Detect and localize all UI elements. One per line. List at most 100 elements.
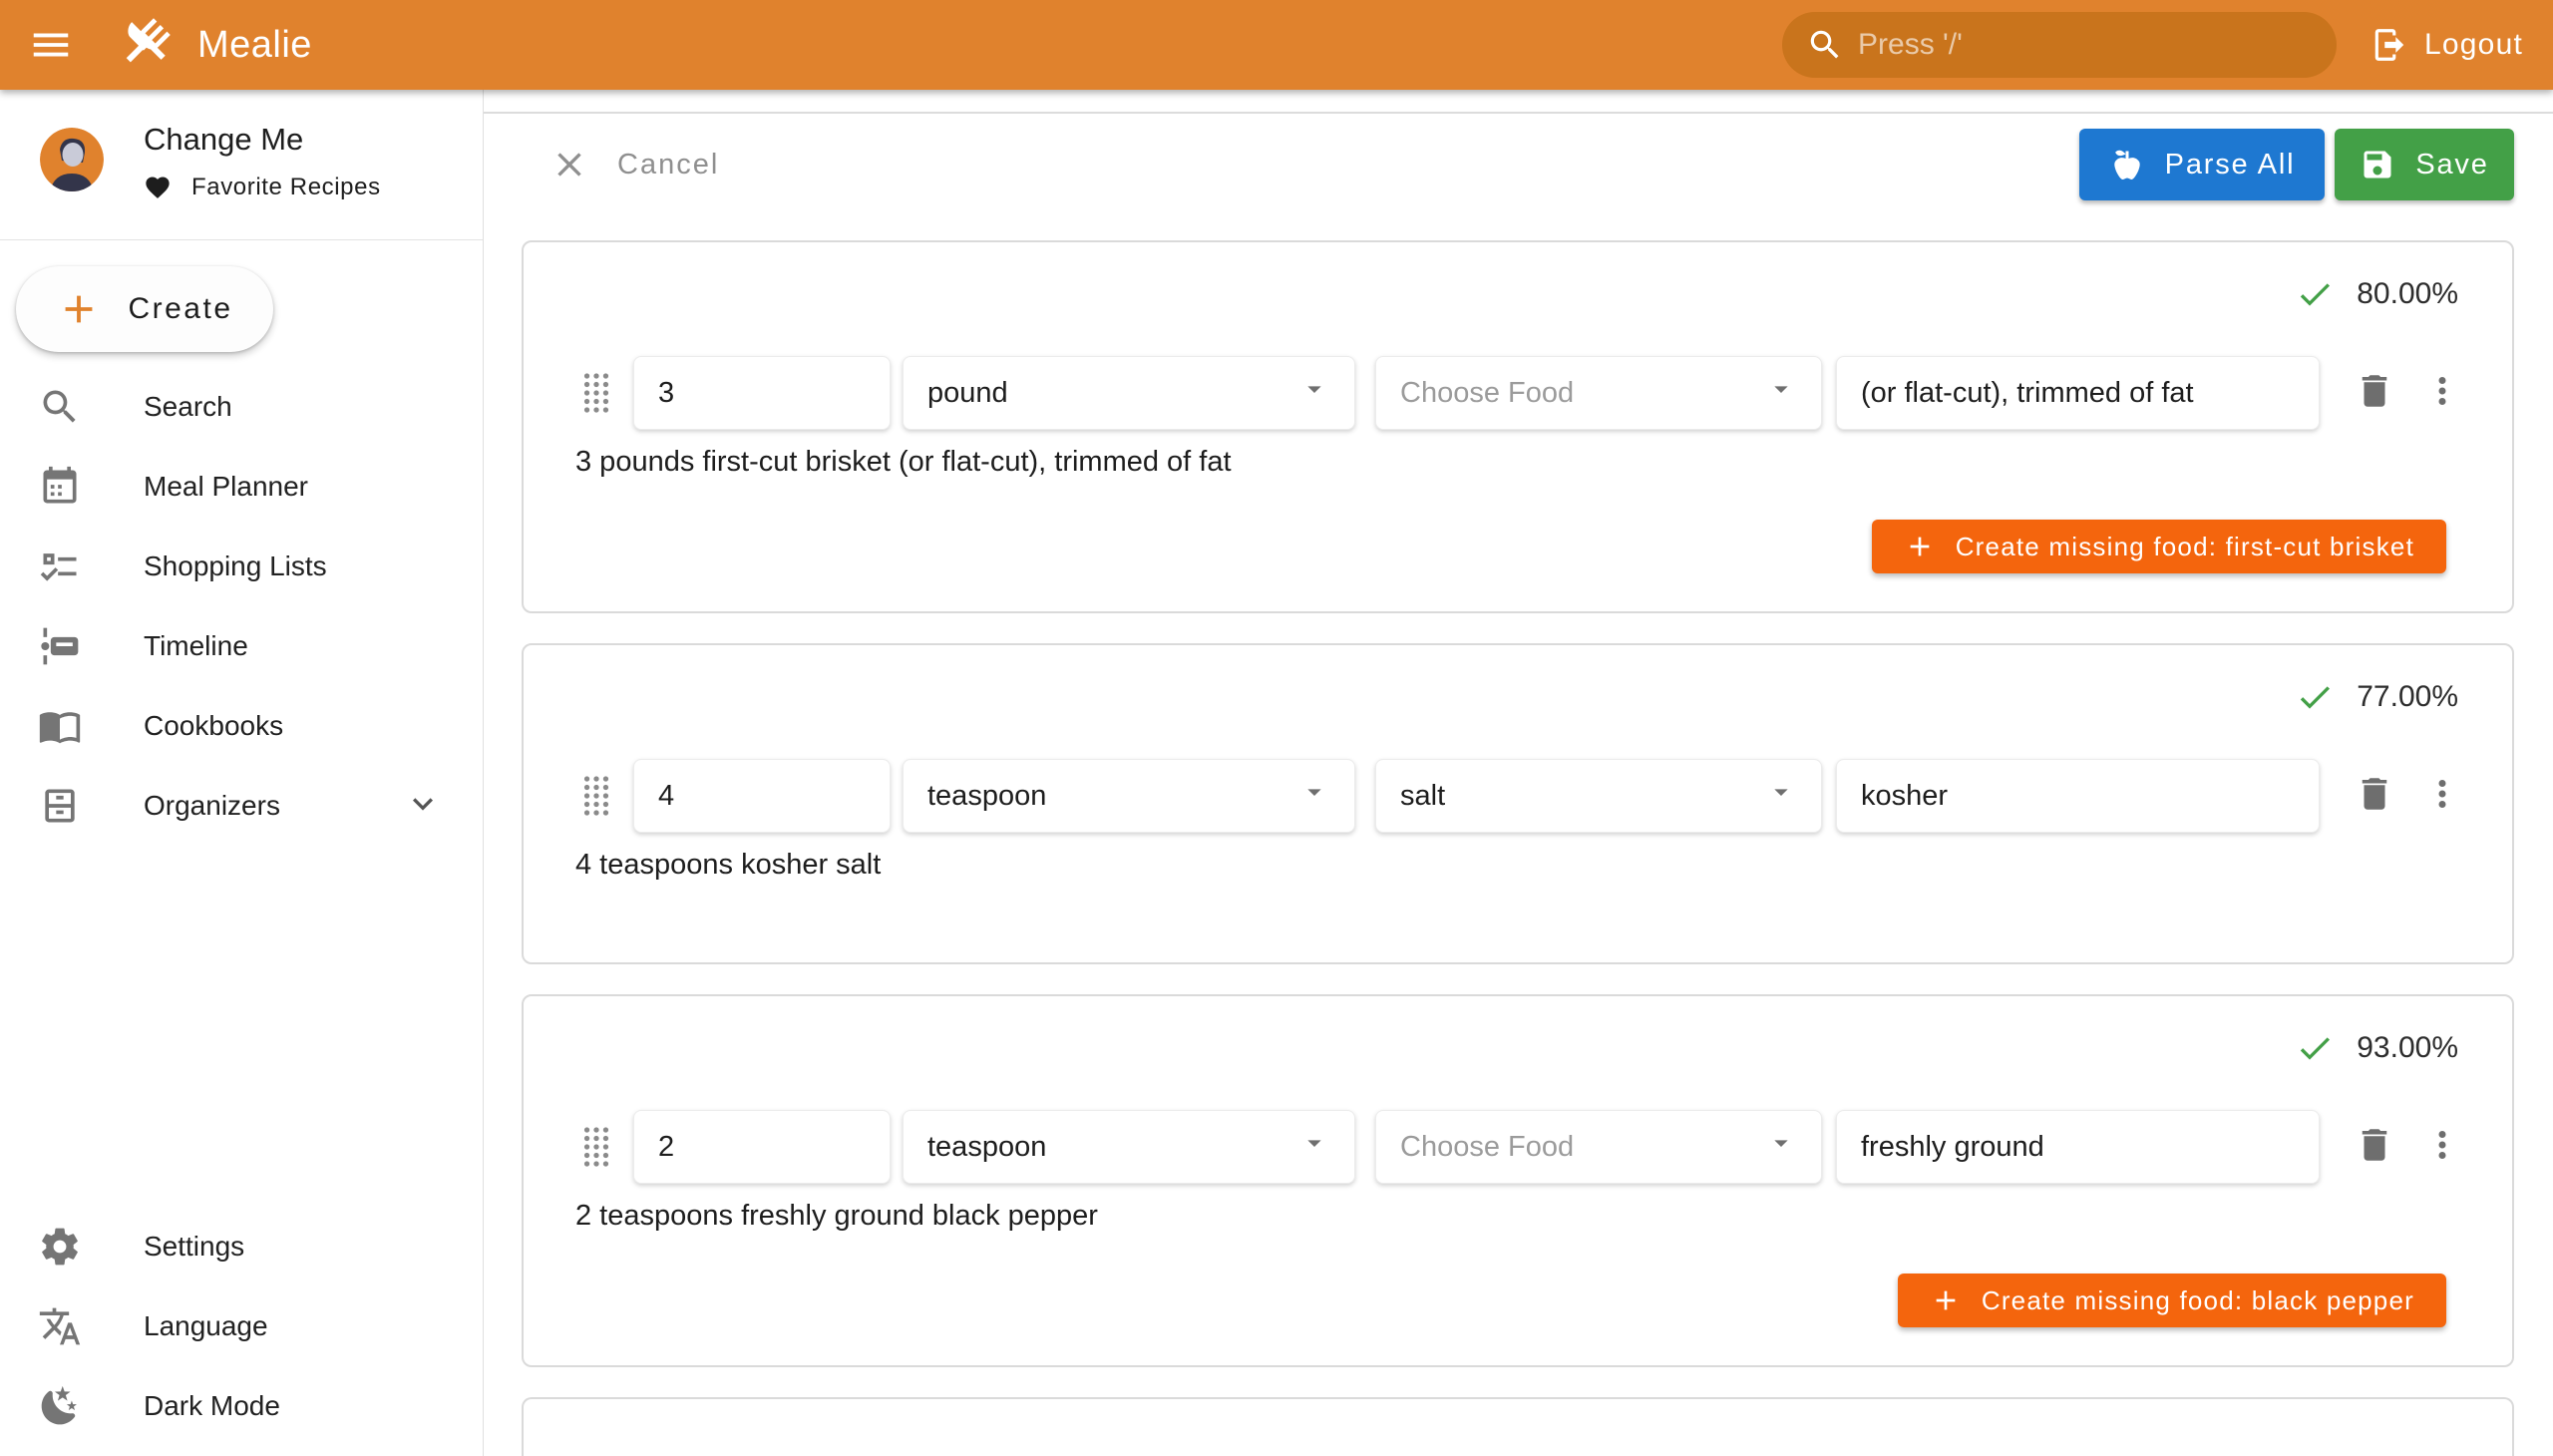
sidebar-item-shopping-lists[interactable]: Shopping Lists xyxy=(0,527,483,606)
user-profile[interactable]: Change Me Favorite Recipes xyxy=(0,90,483,239)
timeline-icon xyxy=(38,624,82,668)
search-icon xyxy=(38,385,82,429)
note-field[interactable] xyxy=(1836,759,2320,833)
original-ingredient-text: 3 pounds first-cut brisket (or flat-cut)… xyxy=(524,446,2512,486)
favorite-recipes-link[interactable]: Favorite Recipes xyxy=(144,174,381,201)
note-input[interactable] xyxy=(1861,780,2295,813)
drag-handle-icon[interactable] xyxy=(579,365,617,421)
ingredient-card: 80.00% xyxy=(522,240,2514,613)
dropdown-caret-icon xyxy=(1298,373,1330,413)
create-button[interactable]: Create xyxy=(16,266,273,352)
drag-handle-icon[interactable] xyxy=(579,768,617,824)
user-name: Change Me xyxy=(144,122,381,158)
app-title: Mealie xyxy=(197,24,312,67)
quantity-field[interactable] xyxy=(633,1110,891,1184)
plus-icon xyxy=(1904,531,1936,562)
checklist-icon xyxy=(38,545,82,588)
search-icon xyxy=(1806,26,1844,64)
original-ingredient-text: 4 teaspoons kosher salt xyxy=(524,849,2512,889)
note-field[interactable] xyxy=(1836,1110,2320,1184)
ingredient-parser-page: Cancel Parse All Save 80.00% xyxy=(484,90,2553,1456)
app-bar: Mealie Logout xyxy=(0,0,2553,90)
food-select[interactable]: salt xyxy=(1375,759,1822,833)
sidebar-item-meal-planner[interactable]: Meal Planner xyxy=(0,447,483,527)
check-icon xyxy=(2295,677,2335,717)
original-ingredient-text: 2 teaspoons freshly ground black pepper xyxy=(524,1200,2512,1240)
check-icon xyxy=(2295,1028,2335,1068)
logout-button[interactable]: Logout xyxy=(2371,26,2523,64)
delete-ingredient-button[interactable] xyxy=(2354,370,2395,417)
logout-icon xyxy=(2371,26,2408,64)
heart-icon xyxy=(144,174,172,201)
avatar xyxy=(40,128,104,191)
sidebar-item-cookbooks[interactable]: Cookbooks xyxy=(0,686,483,766)
food-select[interactable]: Choose Food xyxy=(1375,1110,1822,1184)
dropdown-caret-icon xyxy=(1298,776,1330,816)
ingredient-card: 77.00% xyxy=(522,643,2514,964)
apple-icon xyxy=(2109,147,2145,182)
sidebar-item-settings[interactable]: Settings xyxy=(0,1207,483,1286)
plus-icon xyxy=(56,286,102,332)
dropdown-caret-icon xyxy=(1765,776,1797,816)
quantity-input[interactable] xyxy=(658,377,866,410)
delete-ingredient-button[interactable] xyxy=(2354,773,2395,820)
sidebar-item-timeline[interactable]: Timeline xyxy=(0,606,483,686)
trash-icon xyxy=(2354,370,2395,412)
check-icon xyxy=(2295,274,2335,314)
unit-select[interactable]: pound xyxy=(903,356,1355,430)
global-search[interactable] xyxy=(1782,12,2337,78)
dropdown-caret-icon xyxy=(1765,1127,1797,1167)
ingredient-menu-button[interactable] xyxy=(2421,370,2463,417)
create-missing-food-button[interactable]: Create missing food: black pepper xyxy=(1898,1274,2446,1327)
sidebar-item-dark-mode[interactable]: Dark Mode xyxy=(0,1366,483,1446)
quantity-field[interactable] xyxy=(633,759,891,833)
calendar-icon xyxy=(38,465,82,509)
create-missing-food-button[interactable]: Create missing food: first-cut brisket xyxy=(1872,520,2446,573)
ingredient-card: 93.00% xyxy=(522,994,2514,1367)
kebab-icon xyxy=(2421,370,2463,412)
dropdown-caret-icon xyxy=(1298,1127,1330,1167)
sidebar-item-search[interactable]: Search xyxy=(0,367,483,447)
cancel-button[interactable]: Cancel xyxy=(522,145,719,184)
note-field[interactable] xyxy=(1836,356,2320,430)
ingredient-menu-button[interactable] xyxy=(2421,1124,2463,1171)
dropdown-caret-icon xyxy=(1765,373,1797,413)
delete-ingredient-button[interactable] xyxy=(2354,1124,2395,1171)
close-icon xyxy=(549,145,589,184)
menu-icon[interactable] xyxy=(28,22,74,68)
food-select[interactable]: Choose Food xyxy=(1375,356,1822,430)
trash-icon xyxy=(2354,773,2395,815)
translate-icon xyxy=(38,1304,82,1348)
moon-icon xyxy=(38,1384,82,1428)
sidebar-item-organizers[interactable]: Organizers xyxy=(0,766,483,846)
save-button[interactable]: Save xyxy=(2335,129,2514,200)
parser-toolbar: Cancel Parse All Save xyxy=(522,122,2514,207)
search-input[interactable] xyxy=(1858,28,2313,62)
save-icon xyxy=(2360,147,2395,182)
quantity-field[interactable] xyxy=(633,356,891,430)
sidebar-divider xyxy=(0,239,483,240)
confidence-value: 80.00% xyxy=(2357,277,2458,311)
note-input[interactable] xyxy=(1861,1131,2295,1164)
unit-select[interactable]: teaspoon xyxy=(903,1110,1355,1184)
kebab-icon xyxy=(2421,1124,2463,1166)
cabinet-icon xyxy=(38,784,82,828)
drag-handle-icon[interactable] xyxy=(579,1119,617,1175)
book-open-icon xyxy=(38,704,82,748)
plus-icon xyxy=(1930,1284,1962,1316)
sidebar-nav: Search Meal Planner Shopping Lists Timel… xyxy=(0,367,483,846)
trash-icon xyxy=(2354,1124,2395,1166)
ingredient-menu-button[interactable] xyxy=(2421,773,2463,820)
parse-all-button[interactable]: Parse All xyxy=(2079,129,2325,200)
gear-icon xyxy=(38,1225,82,1269)
unit-select[interactable]: teaspoon xyxy=(903,759,1355,833)
note-input[interactable] xyxy=(1861,377,2295,410)
sidebar-item-language[interactable]: Language xyxy=(0,1286,483,1366)
kebab-icon xyxy=(2421,773,2463,815)
quantity-input[interactable] xyxy=(658,1131,866,1164)
sidebar: Change Me Favorite Recipes Create Search… xyxy=(0,90,484,1456)
chevron-down-icon xyxy=(403,784,443,829)
ingredient-card-partial xyxy=(522,1397,2514,1456)
confidence-value: 93.00% xyxy=(2357,1031,2458,1065)
quantity-input[interactable] xyxy=(658,780,866,813)
